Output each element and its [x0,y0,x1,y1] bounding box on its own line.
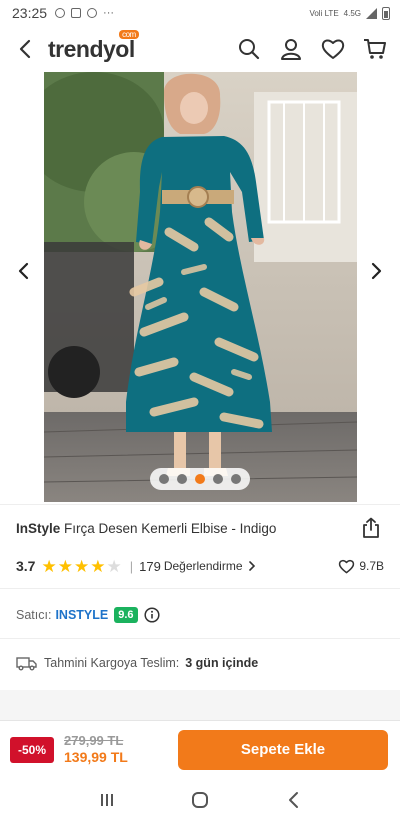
network-label: Voli LTE [309,8,339,18]
status-bar: 23:25 ··· Voli LTE 4.5G [0,0,400,26]
heart-icon [321,39,345,59]
home-icon [191,792,208,808]
gallery-prev-button[interactable] [8,256,38,286]
status-time: 23:25 [12,5,48,21]
signal-icon [366,7,377,19]
seller-row: Satıcı: INSTYLE 9.6 [0,600,400,630]
header-actions [236,36,388,62]
rating-score: 3.7 [16,558,36,574]
add-to-cart-button[interactable]: Sepete Ekle [178,729,388,770]
price-block: 279,99 TL 139,99 TL [64,733,128,765]
product-brand[interactable]: InStyle [16,521,60,536]
gallery-dot[interactable] [231,474,241,484]
recent-apps-icon [100,794,113,806]
reviews-link[interactable]: Değerlendirme [164,559,243,573]
network-speed: 4.5G [343,8,361,18]
divider [0,638,400,639]
rating-separator: | [129,558,134,574]
more-notifications: ··· [103,7,115,19]
gallery-dot-active[interactable] [195,474,205,484]
search-button[interactable] [236,36,262,62]
rating-stars: ★ ★ ★ ★ ★ [41,558,121,575]
star-empty-icon: ★ [106,556,122,576]
discount-badge: -50% [10,736,55,763]
old-price: 279,99 TL [64,733,124,749]
whatsapp-icon [55,8,66,18]
star-filled-icon: ★ [57,556,73,576]
logo-badge: com [119,29,139,39]
system-nav-bar [0,778,400,822]
seller-name-link[interactable]: INSTYLE [55,608,108,622]
divider [0,588,400,589]
truck-icon [16,657,37,671]
favorites-button[interactable] [320,36,346,62]
gallery-dot[interactable] [159,474,169,484]
info-icon[interactable] [143,607,160,623]
product-title-row: InStyle Fırça Desen Kemerli Elbise - Ind… [0,508,400,548]
status-notification-icons: ··· [55,7,114,19]
home-button[interactable] [180,785,220,815]
trendyol-logo[interactable]: trendyol com [48,29,139,63]
chevron-left-icon [18,262,29,280]
cart-button[interactable] [362,36,388,62]
system-back-button[interactable] [273,785,313,815]
recent-apps-button[interactable] [87,785,127,815]
gallery-dot[interactable] [177,474,187,484]
divider [0,504,400,505]
shipping-value: 3 gün içinde [185,656,259,670]
product-title: InStyle Fırça Desen Kemerli Elbise - Ind… [16,521,276,536]
user-icon [281,39,301,60]
star-filled-icon: ★ [73,556,90,576]
back-button[interactable] [12,34,38,64]
gallery-next-button[interactable] [362,256,392,286]
new-price: 139,99 TL [64,748,128,765]
share-icon [363,517,379,538]
music-icon [87,8,98,18]
rating-row: 3.7 ★ ★ ★ ★ ★ | 179 Değerlendirme 9.7B [0,552,400,580]
back-arrow-icon [19,39,31,59]
shipping-row: Tahmini Kargoya Teslim: 3 gün içinde [0,648,400,678]
favorite-count-button[interactable]: 9.7B [338,559,384,574]
heart-icon [339,559,355,573]
gallery-icon [71,8,82,18]
status-system-icons: Voli LTE 4.5G [309,6,390,20]
favorite-count: 9.7B [359,559,384,573]
star-filled-icon: ★ [41,556,57,576]
seller-label: Satıcı: [16,608,52,622]
gallery-pagination [150,468,250,490]
review-count[interactable]: 179 [139,559,161,574]
product-gallery[interactable] [0,72,400,502]
seller-score-badge: 9.6 [114,607,138,623]
app-header: trendyol com [0,26,400,72]
purchase-bar: -50% 279,99 TL 139,99 TL Sepete Ekle [0,720,400,778]
product-photo[interactable] [44,72,357,502]
search-icon [239,39,260,60]
back-icon [289,792,299,808]
chevron-right-icon [371,262,382,280]
section-gap [0,690,400,720]
gallery-dot[interactable] [213,474,223,484]
share-button[interactable] [358,515,384,541]
battery-icon [382,6,390,20]
shipping-label: Tahmini Kargoya Teslim: [44,656,180,670]
dress-photo-illustration [44,72,357,502]
star-filled-icon: ★ [90,556,106,576]
account-button[interactable] [278,36,304,62]
cart-icon [364,39,386,59]
product-name: Fırça Desen Kemerli Elbise - Indigo [64,520,277,536]
logo-text: trendyol [48,35,135,62]
chevron-right-icon [248,561,255,571]
